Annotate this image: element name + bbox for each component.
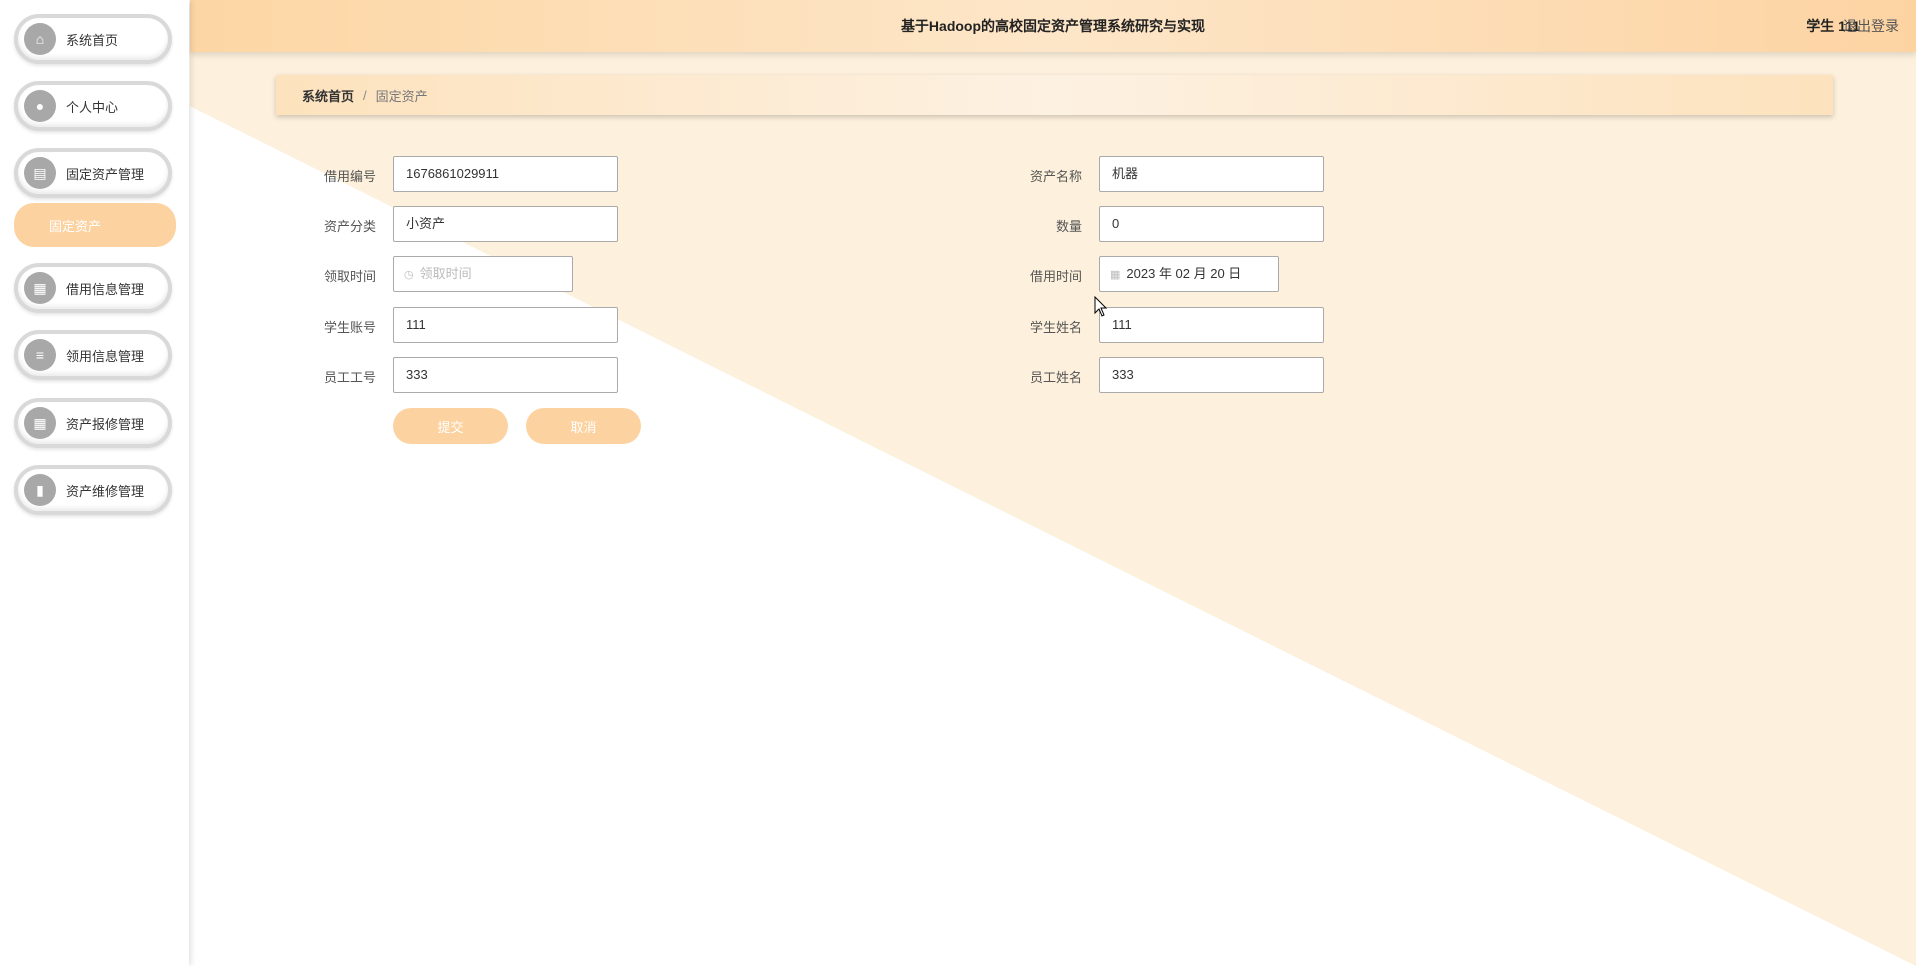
asset-name-input[interactable]: 机器: [1099, 156, 1324, 192]
book-icon: ▮: [24, 474, 56, 506]
breadcrumb-separator: /: [363, 87, 367, 103]
receive-time-picker[interactable]: ◷ 领取时间: [393, 256, 573, 292]
sidebar: ⌂ 系统首页 ● 个人中心 ▤ 固定资产管理 固定资产 ▦ 借用信息管理 ≡ 领…: [0, 0, 189, 966]
breadcrumb-current: 固定资产: [375, 88, 428, 104]
clipboard-icon: ▤: [24, 157, 56, 189]
category-label: 资产分类: [323, 219, 376, 234]
user-icon: ●: [24, 90, 56, 122]
breadcrumb-home[interactable]: 系统首页: [302, 86, 354, 105]
sidebar-item-home[interactable]: ⌂ 系统首页: [14, 14, 172, 64]
sidebar-item-label: 资产维修管理: [66, 483, 145, 499]
staff-no-input[interactable]: 333: [393, 357, 618, 393]
home-icon: ⌂: [24, 23, 56, 55]
category-input[interactable]: 小资产: [393, 206, 618, 242]
calendar-icon: ▦: [1110, 269, 1121, 281]
app-title: 基于Hadoop的高校固定资产管理系统研究与实现: [900, 18, 1206, 34]
borrow-time-value: 2023 年 02 月 20 日: [1126, 266, 1242, 281]
asset-name-label: 资产名称: [1029, 169, 1082, 184]
sidebar-item-maintenance[interactable]: ▮ 资产维修管理: [14, 465, 172, 515]
grid-icon: ▦: [24, 272, 56, 304]
staff-name-input[interactable]: 333: [1099, 357, 1324, 393]
cancel-button[interactable]: 取消: [526, 408, 641, 444]
submit-button[interactable]: 提交: [393, 408, 508, 444]
logout-link[interactable]: 退出登录: [1843, 16, 1899, 36]
borrow-no-label: 借用编号: [323, 169, 376, 184]
student-name-label: 学生姓名: [1029, 320, 1082, 335]
sidebar-item-label: 领用信息管理: [66, 348, 145, 364]
staff-name-label: 员工姓名: [1029, 370, 1082, 385]
top-header: 基于Hadoop的高校固定资产管理系统研究与实现 学生 111 退出登录: [190, 0, 1916, 52]
clock-icon: ◷: [404, 269, 414, 281]
student-account-input[interactable]: 111: [393, 307, 618, 343]
sidebar-item-receive-info[interactable]: ≡ 领用信息管理: [14, 330, 172, 380]
breadcrumb: 系统首页 / 固定资产: [276, 75, 1833, 115]
sidebar-item-label: 资产报修管理: [66, 416, 145, 432]
borrow-no-input[interactable]: 1676861029911: [393, 156, 618, 192]
submenu-fixed-asset[interactable]: 固定资产: [14, 203, 176, 247]
quantity-label: 数量: [1055, 219, 1082, 234]
background-decoration: [190, 0, 1916, 966]
sidebar-item-label: 系统首页: [66, 32, 119, 48]
sidebar-item-label: 个人中心: [66, 99, 119, 115]
sidebar-item-label: 借用信息管理: [66, 281, 145, 297]
receive-time-label: 领取时间: [323, 269, 376, 284]
quantity-input[interactable]: 0: [1099, 206, 1324, 242]
borrow-time-label: 借用时间: [1029, 269, 1082, 284]
grid-icon: ▦: [24, 407, 56, 439]
sidebar-item-fixed-assets[interactable]: ▤ 固定资产管理: [14, 148, 172, 198]
sidebar-item-repair-request[interactable]: ▦ 资产报修管理: [14, 398, 172, 448]
staff-no-label: 员工工号: [323, 370, 376, 385]
borrow-time-picker[interactable]: ▦ 2023 年 02 月 20 日: [1099, 256, 1279, 292]
list-icon: ≡: [24, 339, 56, 371]
student-name-input[interactable]: 111: [1099, 307, 1324, 343]
sidebar-item-borrow-info[interactable]: ▦ 借用信息管理: [14, 263, 172, 313]
mouse-cursor-icon: [1094, 296, 1108, 317]
sidebar-item-personal-center[interactable]: ● 个人中心: [14, 81, 172, 131]
sidebar-item-label: 固定资产管理: [66, 166, 145, 182]
receive-time-placeholder: 领取时间: [419, 266, 472, 281]
student-account-label: 学生账号: [323, 320, 376, 335]
